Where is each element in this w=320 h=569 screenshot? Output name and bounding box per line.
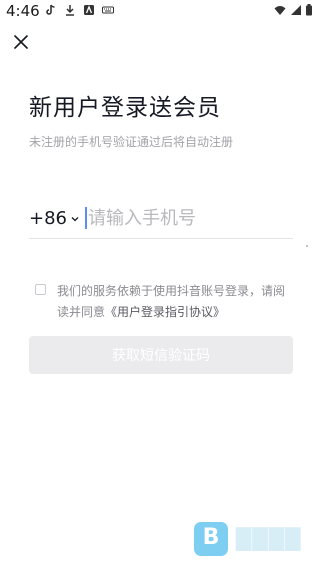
country-code-label: +86 — [29, 208, 67, 229]
country-code-selector[interactable]: +86 — [29, 208, 80, 229]
tiktok-icon — [46, 4, 55, 15]
download-icon — [66, 5, 74, 16]
close-button[interactable] — [10, 31, 32, 53]
get-code-button[interactable]: 获取短信验证码 — [29, 336, 293, 374]
status-time: 4:46 — [6, 2, 40, 20]
watermark-logo-icon: B — [194, 522, 228, 556]
agreement-link[interactable]: 《用户登录指引协议》 — [105, 305, 225, 319]
watermark-text: ████ — [236, 527, 302, 551]
chevron-down-icon — [71, 216, 79, 221]
page-title: 新用户登录送会员 — [29, 95, 221, 121]
keyboard-icon — [102, 6, 114, 14]
phone-input-row: +86 — [29, 200, 293, 239]
wifi-icon — [274, 6, 286, 15]
agreement-checkbox[interactable] — [35, 284, 46, 295]
status-bar: 4:46 — [0, 0, 320, 24]
phone-input[interactable] — [88, 204, 288, 232]
agreement-text: 我们的服务依赖于使用抖音账号登录，请阅读并同意《用户登录指引协议》 — [57, 281, 293, 323]
stray-dot — [306, 245, 308, 247]
page-subtitle: 未注册的手机号验证通过后将自动注册 — [29, 135, 234, 149]
signal-icon — [291, 5, 301, 15]
battery-icon — [306, 4, 312, 16]
app-icon — [84, 5, 94, 15]
text-cursor — [85, 207, 87, 229]
close-icon[interactable] — [14, 35, 28, 49]
